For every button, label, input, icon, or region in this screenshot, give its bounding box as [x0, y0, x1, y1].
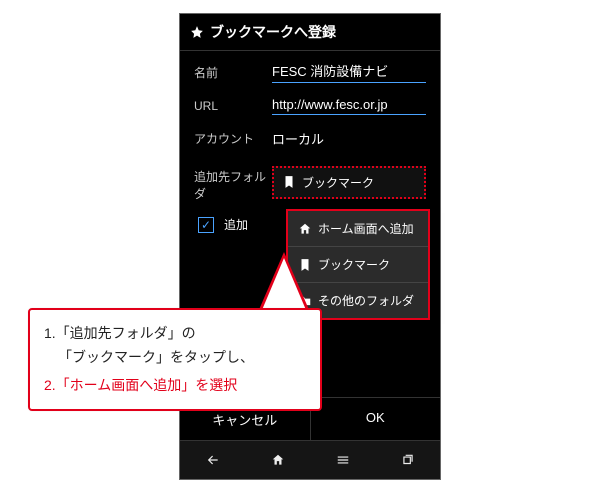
folder-value-wrap: ブックマーク [272, 166, 426, 199]
dropdown-item-label: ホーム画面へ追加 [318, 220, 414, 237]
instruction-callout: 1.「追加先フォルダ」の 「ブックマーク」をタップし、 2.「ホーム画面へ追加」… [28, 308, 322, 411]
home-icon [271, 453, 285, 467]
dialog-titlebar: ブックマークへ登録 [180, 14, 440, 51]
ok-button[interactable]: OK [311, 398, 441, 441]
row-url: URL http://www.fesc.or.jp [194, 97, 426, 115]
row-account: アカウント ローカル [194, 129, 426, 148]
star-icon [190, 25, 204, 39]
nav-menu[interactable] [310, 441, 375, 479]
bookmark-icon [282, 175, 296, 189]
menu-icon [336, 453, 350, 467]
account-value[interactable]: ローカル [272, 129, 426, 148]
nav-recent[interactable] [375, 441, 440, 479]
dropdown-item-label: その他のフォルダ [318, 292, 414, 309]
add-home-checkbox[interactable]: ✓ [198, 217, 214, 233]
add-home-label: 追加 [224, 216, 248, 233]
account-label: アカウント [194, 130, 272, 147]
row-folder: 追加先フォルダ ブックマーク [194, 162, 426, 202]
recent-icon [401, 453, 415, 467]
name-label: 名前 [194, 64, 272, 81]
nav-back[interactable] [180, 441, 245, 479]
callout-line1a: 1.「追加先フォルダ」の [44, 322, 306, 346]
nav-home[interactable] [245, 441, 310, 479]
dialog-title: ブックマークへ登録 [210, 22, 336, 42]
folder-dropdown[interactable]: ブックマーク [272, 166, 426, 199]
url-label: URL [194, 99, 272, 113]
dropdown-item-home[interactable]: ホーム画面へ追加 [288, 211, 428, 247]
callout-line1b: 「ブックマーク」をタップし、 [44, 346, 306, 370]
folder-dropdown-label: ブックマーク [302, 174, 374, 191]
dropdown-item-label: ブックマーク [318, 256, 390, 273]
back-icon [206, 453, 220, 467]
folder-label: 追加先フォルダ [194, 162, 272, 202]
dialog-content: 名前 FESC 消防設備ナビ URL http://www.fesc.or.jp… [180, 51, 440, 233]
system-navbar [180, 440, 440, 479]
home-icon [298, 222, 312, 236]
url-input[interactable]: http://www.fesc.or.jp [272, 97, 426, 115]
callout-line2: 2.「ホーム画面へ追加」を選択 [44, 374, 306, 398]
row-name: 名前 FESC 消防設備ナビ [194, 61, 426, 83]
name-input[interactable]: FESC 消防設備ナビ [272, 61, 426, 83]
